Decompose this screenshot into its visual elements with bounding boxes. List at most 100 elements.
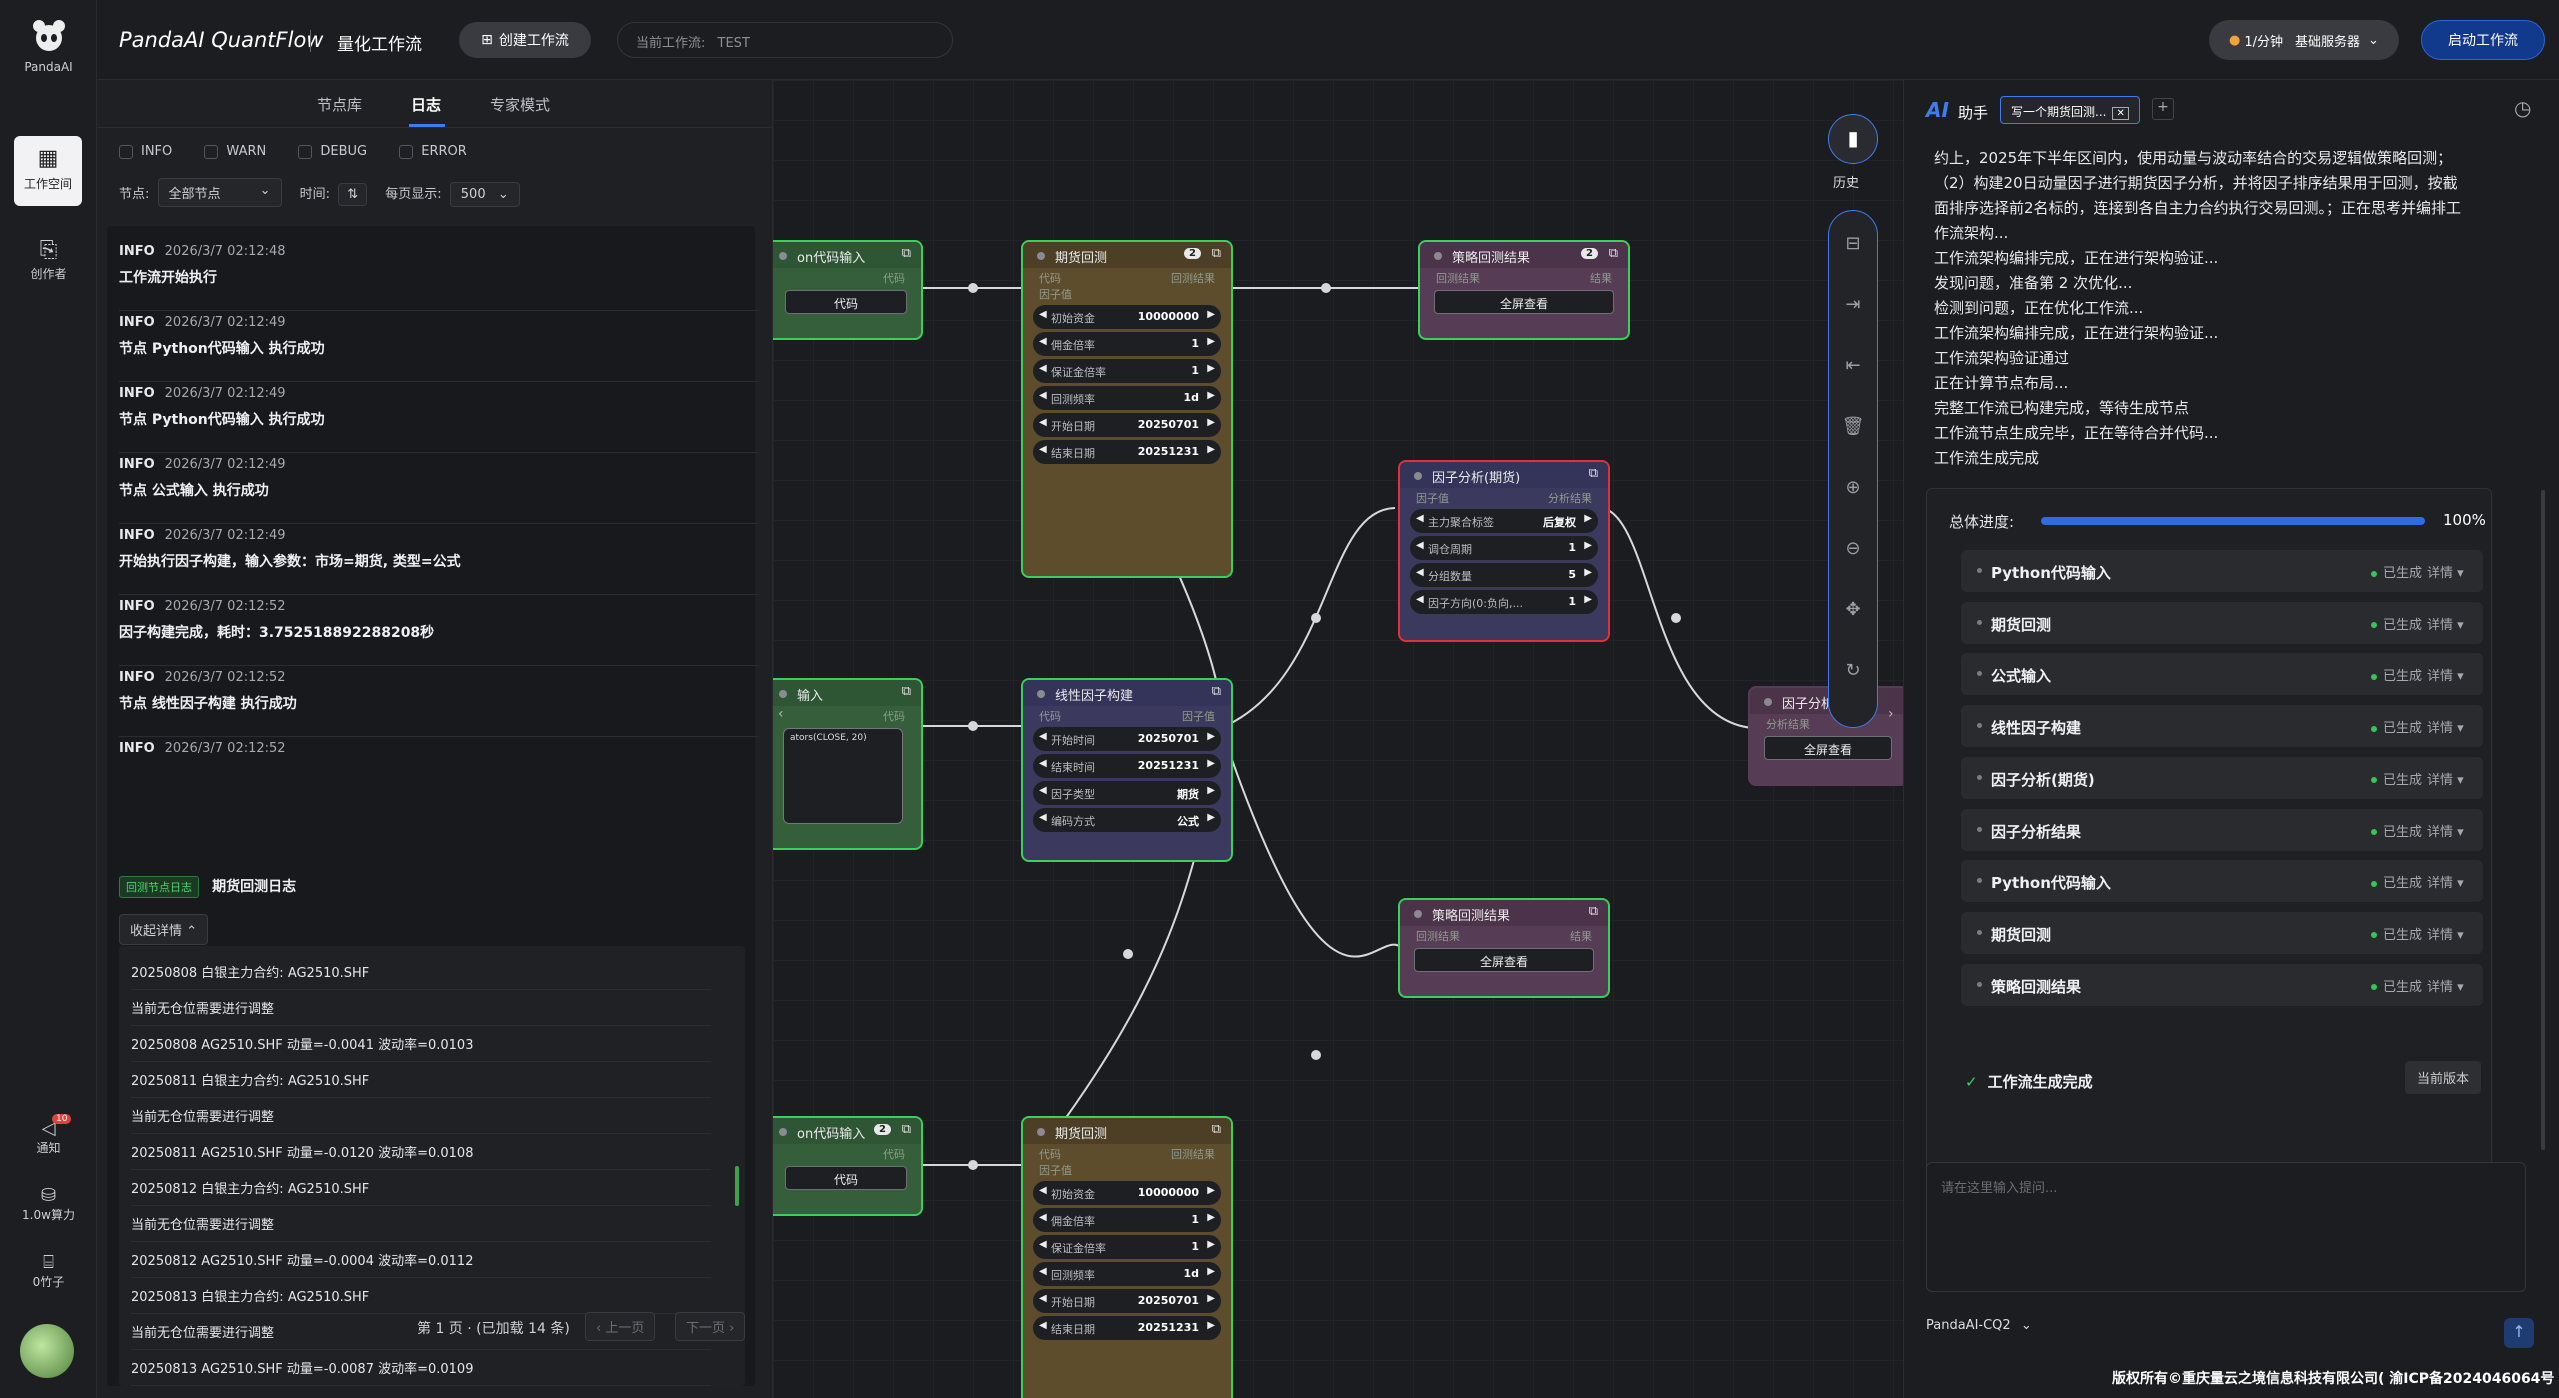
- node-python-input-2[interactable]: on代码输入 2 ⧉ 代码 代码: [773, 1116, 923, 1216]
- fullscreen-button[interactable]: 全屏查看: [1414, 948, 1594, 972]
- zoom-in-icon[interactable]: ⊕: [1829, 457, 1877, 518]
- detail-toggle[interactable]: 详情 ▾: [2427, 717, 2464, 736]
- filter-warn[interactable]: WARN: [204, 144, 266, 159]
- nav-compute[interactable]: ⛁ 1.0w算力: [0, 1185, 97, 1223]
- detail-toggle[interactable]: 详情 ▾: [2427, 821, 2464, 840]
- refresh-icon[interactable]: ↻: [1829, 640, 1877, 701]
- progress-item[interactable]: 因子分析结果 已生成 详情 ▾: [1961, 808, 2483, 851]
- nav-workspace[interactable]: ▦ 工作空间: [14, 136, 82, 206]
- detail-toggle[interactable]: 详情 ▾: [2427, 924, 2464, 943]
- tab-node-library[interactable]: 节点库: [317, 94, 362, 115]
- detail-toggle[interactable]: 详情 ▾: [2427, 562, 2464, 581]
- param-field[interactable]: ◀ 开始日期 20250701 ▶: [1033, 1289, 1221, 1313]
- collapse-left-icon[interactable]: ‹: [778, 706, 784, 722]
- param-field[interactable]: ◀ 因子类型 期货 ▶: [1033, 781, 1221, 805]
- detail-toggle[interactable]: 详情 ▾: [2427, 872, 2464, 891]
- server-select[interactable]: ● 1/分钟 基础服务器 ⌄: [2209, 20, 2399, 60]
- prev-page-button[interactable]: ‹ 上一页: [585, 1312, 656, 1341]
- param-field[interactable]: ◀ 分组数量 5 ▶: [1410, 563, 1598, 587]
- node-futures-backtest-1[interactable]: 期货回测 2 ⧉ 代码 回测结果 因子值 ◀ 初始资金 10000000 ▶ ◀ 佣金倍率 1 ▶ ◀…: [1021, 240, 1233, 578]
- param-field[interactable]: ◀ 开始日期 20250701 ▶: [1033, 413, 1221, 437]
- send-button[interactable]: ↑: [2504, 1318, 2534, 1348]
- detail-toggle[interactable]: 详情 ▾: [2427, 976, 2464, 995]
- next-page-button[interactable]: 下一页 ›: [675, 1312, 746, 1341]
- node-linear-factor[interactable]: 线性因子构建 ⧉ 代码 因子值 ◀ 开始时间 20250701 ▶ ◀ 结束时间 2025123…: [1021, 678, 1233, 862]
- param-field[interactable]: ◀ 回测频率 1d ▶: [1033, 1262, 1221, 1286]
- param-field[interactable]: ◀ 佣金倍率 1 ▶: [1033, 1208, 1221, 1232]
- edit-icon: ⧉: [1211, 684, 1221, 699]
- node-python-input-1[interactable]: on代码输入 ⧉ 代码 代码: [773, 240, 923, 340]
- delete-icon[interactable]: 🗑: [1829, 396, 1877, 457]
- collapse-details-button[interactable]: 收起详情 ⌃: [119, 914, 209, 945]
- workflow-canvas[interactable]: on代码输入 ⧉ 代码 代码 期货回测 2 ⧉ 代码 回测结果 因子值 ◀ 初始资金 100…: [773, 80, 1903, 1398]
- chat-input[interactable]: 请在这里输入提问...: [1926, 1162, 2526, 1292]
- param-field[interactable]: ◀ 佣金倍率 1 ▶: [1033, 332, 1221, 356]
- progress-item[interactable]: 策略回测结果 已生成 详情 ▾: [1961, 963, 2483, 1006]
- param-field[interactable]: ◀ 结束时间 20251231 ▶: [1033, 754, 1221, 778]
- per-page-select[interactable]: 500 ⌄: [449, 182, 520, 207]
- filter-error[interactable]: ERROR: [399, 144, 467, 159]
- clock-icon[interactable]: ◷: [2514, 96, 2531, 120]
- create-workflow-button[interactable]: ⊞ 创建工作流: [459, 22, 591, 58]
- start-workflow-button[interactable]: 启动工作流: [2421, 20, 2545, 60]
- progress-item[interactable]: 因子分析(期货) 已生成 详情 ▾: [1961, 756, 2483, 799]
- add-session-button[interactable]: +: [2152, 98, 2174, 120]
- node-strategy-result-1[interactable]: 策略回测结果 2 ⧉ 回测结果 结果 全屏查看: [1418, 240, 1630, 340]
- model-select[interactable]: PandaAI-CQ2 ⌄: [1926, 1318, 2032, 1333]
- param-field[interactable]: ◀ 初始资金 10000000 ▶: [1033, 305, 1221, 329]
- param-field[interactable]: ◀ 主力聚合标签 后复权 ▶: [1410, 509, 1598, 533]
- node-futures-backtest-2[interactable]: 期货回测 ⧉ 代码 回测结果 因子值 ◀ 初始资金 10000000 ▶ ◀ 佣金倍率 1 ▶ ◀ 保…: [1021, 1116, 1233, 1398]
- progress-item[interactable]: Python代码输入 已生成 详情 ▾: [1961, 550, 2483, 592]
- progress-item[interactable]: 期货回测 已生成 详情 ▾: [1961, 601, 2483, 644]
- code-button[interactable]: 代码: [785, 1166, 907, 1190]
- detail-scrollbar[interactable]: [735, 1166, 739, 1206]
- current-version-button[interactable]: 当前版本: [2405, 1061, 2482, 1094]
- node-select[interactable]: 全部节点 ⌄: [157, 178, 282, 207]
- param-field[interactable]: ◀ 编码方式 公式 ▶: [1033, 808, 1221, 832]
- node-strategy-result-2[interactable]: 策略回测结果 ⧉ 回测结果 结果 全屏查看: [1398, 898, 1610, 998]
- progress-item[interactable]: Python代码输入 已生成 详情 ▾: [1961, 860, 2483, 903]
- param-field[interactable]: ◀ 回测频率 1d ▶: [1033, 386, 1221, 410]
- fullscreen-button[interactable]: 全屏查看: [1764, 736, 1892, 760]
- detail-toggle[interactable]: 详情 ▾: [2427, 769, 2464, 788]
- param-field[interactable]: ◀ 结束日期 20251231 ▶: [1033, 1316, 1221, 1340]
- fullscreen-button[interactable]: 全屏查看: [1434, 290, 1614, 314]
- param-field[interactable]: ◀ 保证金倍率 1 ▶: [1033, 359, 1221, 383]
- progress-item[interactable]: 公式输入 已生成 详情 ▾: [1961, 653, 2483, 696]
- formula-editor[interactable]: ators(CLOSE, 20): [783, 728, 903, 824]
- progress-item[interactable]: 线性因子构建 已生成 详情 ▾: [1961, 705, 2483, 748]
- param-field[interactable]: ◀ 初始资金 10000000 ▶: [1033, 1181, 1221, 1205]
- tab-log[interactable]: 日志: [411, 94, 441, 115]
- fit-view-icon[interactable]: ✥: [1829, 579, 1877, 640]
- detail-toggle[interactable]: 详情 ▾: [2427, 614, 2464, 633]
- node-factor-analysis[interactable]: 因子分析(期货) ⧉ 因子值 分析结果 ◀ 主力聚合标签 后复权 ▶ ◀ 调仓周期 1 ▶ ◀ 分组数…: [1398, 460, 1610, 642]
- export-icon[interactable]: ⇥: [1829, 274, 1877, 335]
- param-field[interactable]: ◀ 开始时间 20250701 ▶: [1033, 727, 1221, 751]
- save-icon[interactable]: ⊟: [1829, 213, 1877, 274]
- session-chip[interactable]: 写一个期货回测... ✕: [2000, 96, 2140, 124]
- chat-scrollbar[interactable]: [2541, 150, 2545, 1210]
- code-button[interactable]: 代码: [785, 290, 907, 314]
- detail-toggle[interactable]: 详情 ▾: [2427, 665, 2464, 684]
- param-field[interactable]: ◀ 保证金倍率 1 ▶: [1033, 1235, 1221, 1259]
- node-formula-input[interactable]: 输入 ⧉ 代码 ators(CLOSE, 20): [773, 678, 923, 850]
- zoom-out-icon[interactable]: ⊖: [1829, 518, 1877, 579]
- param-field[interactable]: ◀ 调仓周期 1 ▶: [1410, 536, 1598, 560]
- param-field[interactable]: ◀ 因子方向(0:负向,... 1 ▶: [1410, 590, 1598, 614]
- avatar[interactable]: [20, 1324, 74, 1378]
- current-workflow-field[interactable]: 当前工作流: TEST: [617, 22, 953, 58]
- node-factor-analysis-result[interactable]: 因子分析 分析结果 全屏查看: [1748, 686, 1903, 786]
- close-icon[interactable]: ✕: [2112, 107, 2129, 120]
- filter-debug[interactable]: DEBUG: [298, 144, 367, 159]
- nav-bamboo[interactable]: ⌸ 0竹子: [0, 1252, 97, 1290]
- history-button[interactable]: ▮: [1828, 114, 1878, 164]
- collapse-right-icon[interactable]: ›: [1888, 706, 1894, 722]
- time-sort-button[interactable]: ⇅: [338, 183, 368, 206]
- progress-item[interactable]: 期货回测 已生成 详情 ▾: [1961, 911, 2483, 954]
- nav-notify[interactable]: ◁ 10 通知: [0, 1114, 97, 1156]
- tab-expert[interactable]: 专家模式: [490, 94, 550, 115]
- nav-creator[interactable]: ⎘ 创作者: [0, 238, 97, 282]
- param-field[interactable]: ◀ 结束日期 20251231 ▶: [1033, 440, 1221, 464]
- import-icon[interactable]: ⇤: [1829, 335, 1877, 396]
- filter-info[interactable]: INFO: [119, 144, 172, 159]
